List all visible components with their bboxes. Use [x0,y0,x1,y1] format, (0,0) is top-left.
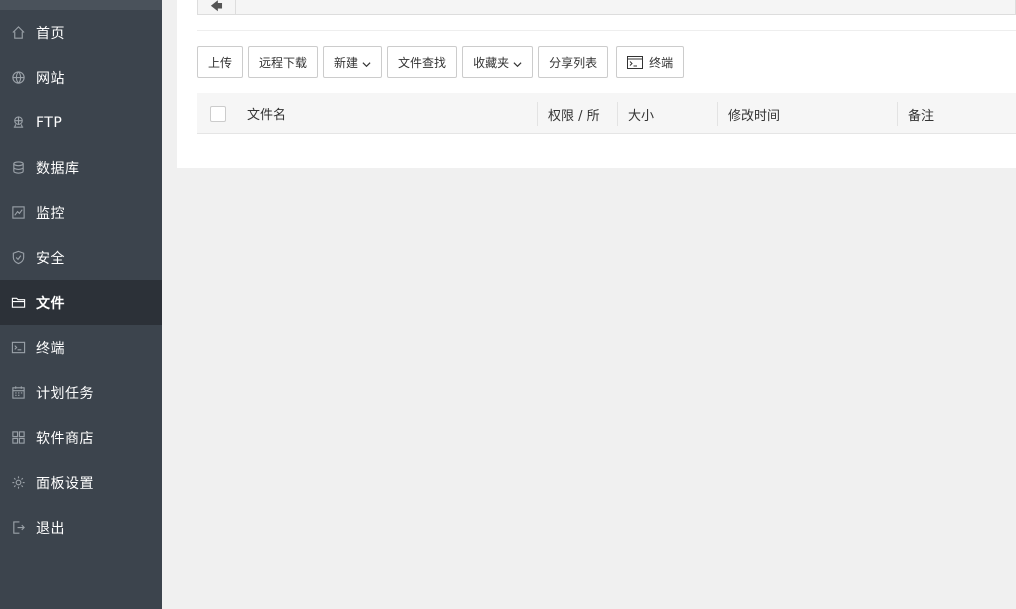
sidebar-item-database[interactable]: 数据库 [0,145,162,190]
remote-download-button[interactable]: 远程下载 [248,46,319,78]
share-list-button[interactable]: 分享列表 [538,46,609,78]
sidebar-item-ftp[interactable]: FTP [0,100,162,145]
back-button[interactable]: 🡄 [198,0,236,15]
sidebar-item-label: FTP [36,114,63,131]
column-header-notes[interactable]: 备注 [897,102,934,126]
file-search-button[interactable]: 文件查找 [387,46,458,78]
upload-button[interactable]: 上传 [197,46,244,78]
sidebar-item-label: 安全 [36,250,65,267]
sidebar-item-files[interactable]: 文件 [0,280,162,325]
chevron-down-icon [513,58,522,67]
favorites-dropdown-button[interactable]: 收藏夹 [462,46,534,78]
sidebar-item-label: 数据库 [36,160,80,177]
database-icon [10,160,26,176]
sidebar: 首页 网站 FTP 数据库 监控 安全 文件 终端 计划任务 软件商店 面板设置… [0,0,162,609]
column-header-size[interactable]: 大小 [617,102,654,126]
chevron-down-icon [362,58,371,67]
sidebar-item-monitor[interactable]: 监控 [0,190,162,235]
sidebar-item-label: 退出 [36,520,65,537]
file-manager-panel: 🡄 上传 远程下载 新建 文件查找 收藏夹 分享列表 终端 文件名 权限 / 所… [177,0,1016,168]
sidebar-top-strip [0,0,162,10]
folder-icon [10,295,26,311]
sidebar-item-home[interactable]: 首页 [0,10,162,55]
favorites-button-label: 收藏夹 [473,55,510,70]
sidebar-item-label: 网站 [36,70,65,87]
sidebar-item-label: 文件 [36,295,65,312]
divider [197,30,1016,31]
sidebar-item-logout[interactable]: 退出 [0,505,162,550]
sidebar-item-label: 监控 [36,205,65,222]
sidebar-item-terminal[interactable]: 终端 [0,325,162,370]
arrow-left-icon: 🡄 [210,0,223,13]
sidebar-nav: 首页 网站 FTP 数据库 监控 安全 文件 终端 计划任务 软件商店 面板设置… [0,10,162,550]
new-button-label: 新建 [334,55,359,70]
globe-icon [10,70,26,86]
sidebar-item-cron[interactable]: 计划任务 [0,370,162,415]
sidebar-item-app-store[interactable]: 软件商店 [0,415,162,460]
file-table-header: 文件名 权限 / 所 大小 修改时间 备注 [197,93,1016,134]
terminal-icon [627,55,644,69]
ftp-icon [10,115,26,131]
logout-icon [10,520,26,536]
sidebar-item-label: 计划任务 [36,385,94,402]
file-toolbar: 上传 远程下载 新建 文件查找 收藏夹 分享列表 终端 [197,46,685,78]
sidebar-item-label: 终端 [36,340,65,357]
sidebar-item-security[interactable]: 安全 [0,235,162,280]
sidebar-item-website[interactable]: 网站 [0,55,162,100]
home-icon [10,25,26,41]
column-header-modified[interactable]: 修改时间 [717,102,780,126]
shield-icon [10,250,26,266]
path-bar[interactable]: 🡄 [197,0,1016,15]
grid-icon [10,430,26,446]
sidebar-item-label: 首页 [36,25,65,42]
terminal-icon [10,340,26,356]
select-all-checkbox[interactable] [210,106,226,122]
monitor-icon [10,205,26,221]
terminal-button[interactable]: 终端 [616,46,685,78]
sidebar-item-label: 面板设置 [36,475,94,492]
sidebar-item-settings[interactable]: 面板设置 [0,460,162,505]
column-header-permission[interactable]: 权限 / 所 [537,102,600,126]
column-header-filename[interactable]: 文件名 [237,93,286,134]
calendar-icon [10,385,26,401]
sidebar-item-label: 软件商店 [36,430,94,447]
new-dropdown-button[interactable]: 新建 [323,46,383,78]
gear-icon [10,475,26,491]
terminal-button-label: 终端 [649,55,674,70]
